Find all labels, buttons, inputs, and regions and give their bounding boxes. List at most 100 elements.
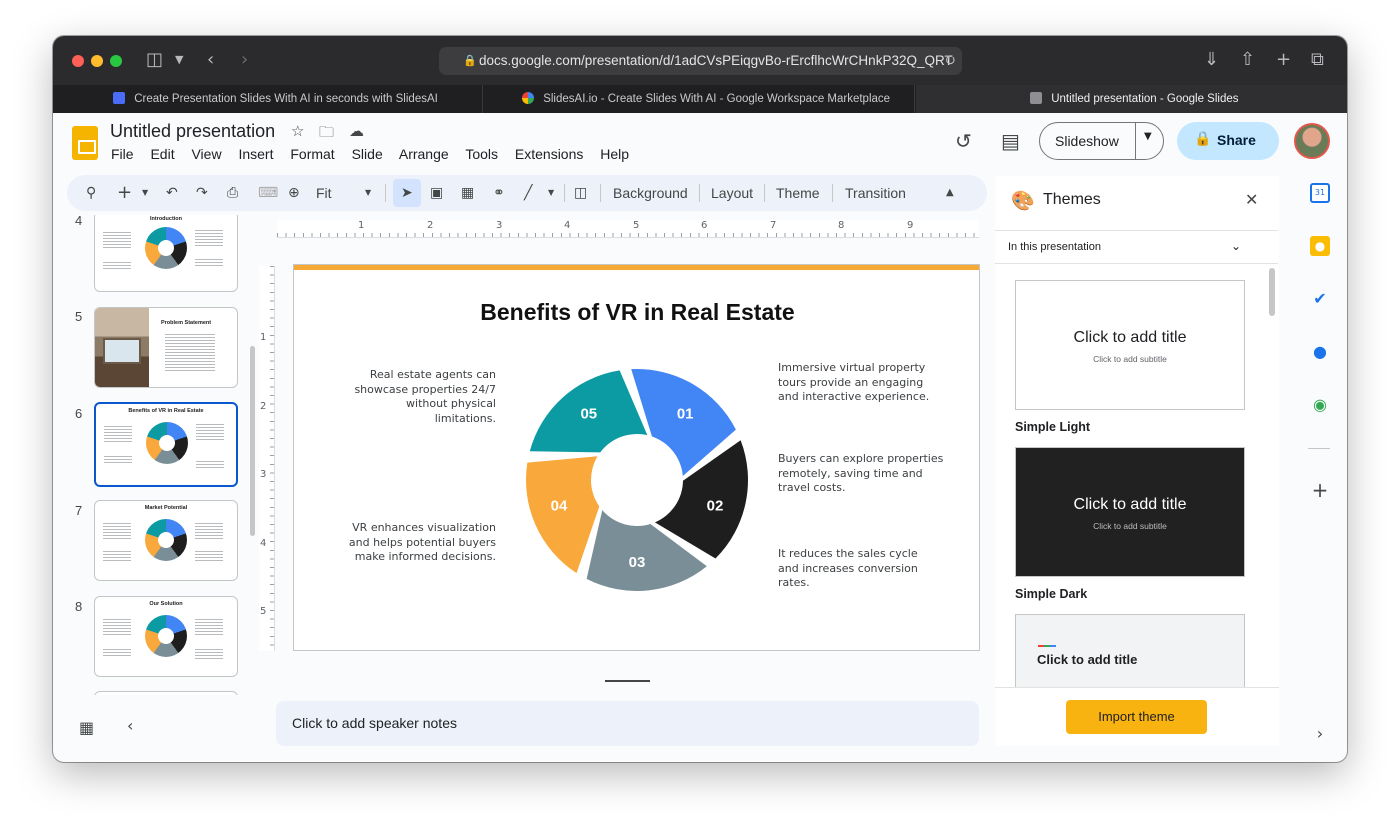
tab-google-slides[interactable]: Untitled presentation - Google Slides [916,85,1347,113]
avatar[interactable] [1294,123,1330,159]
slide-canvas[interactable]: Benefits of VR in Real Estate Real estat… [293,264,980,651]
theme-card-streamline[interactable]: Click to add title [1015,614,1245,688]
zoom-icon[interactable]: ⊕ [288,183,300,203]
chevron-down-icon[interactable]: ▼ [365,183,371,203]
slide-number: 4 [75,215,83,228]
background-button[interactable]: Background [613,185,688,201]
tab-slidesai[interactable]: Create Presentation Slides With AI in se… [53,85,483,113]
cycle-segment-label: 01 [677,406,694,423]
themes-filter-dropdown[interactable]: In this presentation ⌄ [995,230,1278,264]
new-tab-icon[interactable]: + [1276,48,1291,72]
share-button[interactable]: 🔒 Share [1177,122,1279,160]
back-icon[interactable]: ‹ [207,48,214,72]
close-window-button[interactable] [72,55,84,67]
cycle-segment-04[interactable] [526,456,600,574]
download-icon[interactable]: ⇓ [1204,48,1219,72]
chevron-down-icon[interactable]: ▼ [142,183,148,203]
slide-thumbnail-selected[interactable]: Benefits of VR in Real Estate [94,402,238,487]
themes-title: Themes [1043,191,1101,208]
browser-titlebar: ◫ ▼ ‹ › 🔒 docs.google.com/presentation/d… [53,36,1347,85]
new-slide-icon[interactable]: + [117,183,132,203]
zoom-window-button[interactable] [110,55,122,67]
show-side-panel-icon[interactable]: › [1310,724,1330,744]
collapse-filmstrip-icon[interactable]: ‹ [127,716,133,735]
slide-filmstrip: 4 Introduction 5 Problem Statement 6 Ben… [53,215,249,695]
tab-marketplace[interactable]: SlidesAI.io - Create Slides With AI - Go… [484,85,915,113]
line-icon[interactable]: ╱ [524,183,532,203]
menu-slide[interactable]: Slide [352,146,383,162]
slides-logo-icon[interactable] [72,126,98,160]
slide-thumbnail[interactable]: Introduction [94,215,238,292]
tab-label: Create Presentation Slides With AI in se… [134,93,438,105]
menu-arrange[interactable]: Arrange [399,146,449,162]
zoom-value[interactable]: Fit [316,185,332,201]
sidebar-toggle-icon[interactable]: ◫ [146,48,163,72]
layout-button[interactable]: Layout [711,185,753,201]
themes-scrollbar[interactable] [1269,268,1275,316]
shape-icon[interactable]: ⚭ [493,183,505,203]
menu-view[interactable]: View [191,146,221,162]
theme-button[interactable]: Theme [776,185,820,201]
mini-chart [145,519,187,561]
document-title[interactable]: Untitled presentation [110,121,275,142]
notes-resize-handle[interactable] [605,680,650,682]
chevron-down-icon: ⌄ [1231,239,1242,253]
theme-name: Simple Dark [1015,587,1088,601]
slide-thumbnail-title: Problem Statement [161,320,212,326]
comments-icon[interactable]: ▤ [1001,129,1020,153]
slide-thumbnail[interactable]: Our Solution [94,596,238,677]
star-icon[interactable]: ☆ [291,122,304,140]
import-theme-button[interactable]: Import theme [1066,700,1207,734]
menu-file[interactable]: File [111,146,134,162]
contacts-icon[interactable]: ● [1310,342,1330,362]
redo-icon[interactable]: ↷ [196,183,208,203]
menu-extensions[interactable]: Extensions [515,146,583,162]
image-icon[interactable]: ▦ [461,183,474,203]
cycle-diagram[interactable]: 01 02 03 04 05 [294,265,980,651]
move-folder-icon[interactable]: 🗀 [319,122,334,147]
chevron-down-icon[interactable]: ▼ [175,48,183,72]
calendar-icon[interactable]: 31 [1310,183,1330,203]
print-icon[interactable]: ⎙ [227,183,238,203]
share-icon[interactable]: ⇧ [1240,48,1255,72]
text-box-icon[interactable]: ▣ [430,183,443,203]
menu-insert[interactable]: Insert [238,146,273,162]
version-history-icon[interactable]: ↺ [955,129,972,153]
paint-format-icon[interactable]: ⌨ [258,183,278,203]
speaker-notes[interactable]: Click to add speaker notes [276,701,979,746]
search-menus-icon[interactable]: ⚲ [86,183,96,203]
lock-icon: 🔒 [463,55,477,67]
insert-comment-icon[interactable]: ◫ [574,183,587,203]
slide-thumbnail[interactable]: Problem Statement [94,307,238,388]
menu-format[interactable]: Format [290,146,334,162]
keep-icon[interactable]: ● [1310,236,1330,256]
select-cursor-icon[interactable]: ➤ [401,183,413,203]
filmstrip-scrollbar[interactable] [250,346,255,536]
reload-icon[interactable]: ↻ [944,47,956,75]
menu-edit[interactable]: Edit [150,146,174,162]
tasks-icon[interactable]: ✔ [1310,289,1330,309]
tab-overview-icon[interactable]: ⧉ [1311,48,1324,72]
minimize-window-button[interactable] [91,55,103,67]
undo-icon[interactable]: ↶ [166,183,178,203]
theme-card-simple-dark[interactable]: Click to add title Click to add subtitle [1015,447,1245,577]
slide-thumbnail[interactable] [94,691,238,695]
chevron-down-icon[interactable]: ▼ [548,183,554,203]
lock-icon: 🔒 [1194,131,1212,147]
chevron-up-icon[interactable]: ▲ [946,183,954,203]
slideshow-button[interactable]: Slideshow ▼ [1039,122,1164,160]
menu-tools[interactable]: Tools [465,146,498,162]
maps-icon[interactable]: ◉ [1310,395,1330,415]
slidesai-favicon-icon [113,92,125,104]
theme-card-simple-light[interactable]: Click to add title Click to add subtitle [1015,280,1245,410]
address-bar[interactable]: 🔒 docs.google.com/presentation/d/1adCVsP… [439,47,962,75]
grid-view-icon[interactable]: ▦ [79,718,94,737]
cloud-status-icon[interactable]: ☁ [349,122,364,140]
transition-button[interactable]: Transition [845,185,906,201]
close-icon[interactable]: ✕ [1245,190,1258,209]
slide-thumbnail[interactable]: Market Potential [94,500,238,581]
forward-icon[interactable]: › [241,48,248,72]
menu-help[interactable]: Help [600,146,629,162]
get-addons-icon[interactable]: + [1310,480,1330,500]
chevron-down-icon[interactable]: ▼ [1144,131,1152,142]
